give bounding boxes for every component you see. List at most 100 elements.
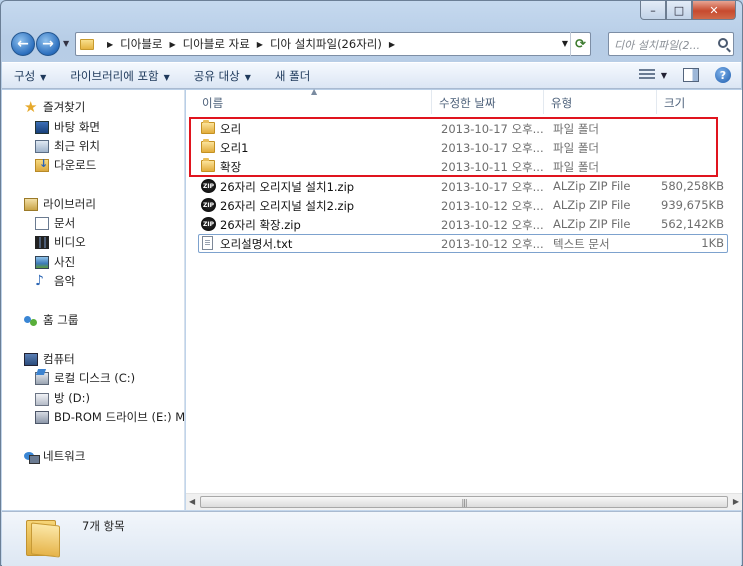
nav-label: 네트워크	[43, 449, 86, 463]
breadcrumb-diablo[interactable]: 디아블로	[120, 36, 162, 52]
chevron-down-icon[interactable]: ▼	[661, 71, 667, 80]
search-placeholder: 디아 설치파일(2...	[614, 39, 700, 52]
scroll-right-icon[interactable]: ▶	[733, 497, 739, 506]
file-name: 확장	[220, 160, 242, 174]
list-item[interactable]: 오리 2013-10-17 오후... 파일 폴더	[198, 119, 728, 138]
file-name: 오리1	[220, 141, 249, 155]
nav-item-bd-rom-e[interactable]: BD-ROM 드라이브 (E:) M!	[35, 408, 185, 426]
column-divider[interactable]	[431, 90, 432, 114]
recent-places-icon	[35, 139, 49, 153]
picture-icon	[35, 255, 49, 269]
text-file-icon	[202, 236, 213, 250]
breadcrumb-diablo-data[interactable]: 디아블로 자료	[183, 36, 250, 52]
toolbar-right-group: ▼ ?	[638, 67, 731, 83]
file-type: ALZip ZIP File	[553, 179, 631, 193]
maximize-button[interactable]: □	[666, 1, 692, 20]
column-divider[interactable]	[543, 90, 544, 114]
column-header-type[interactable]: 유형	[551, 95, 572, 111]
nav-label: 비디오	[54, 235, 86, 249]
horizontal-scrollbar[interactable]: ◀ ||| ▶	[186, 493, 742, 510]
star-icon: ★	[24, 97, 38, 116]
file-type: 파일 폴더	[553, 160, 599, 174]
nav-item-videos[interactable]: 비디오	[35, 233, 86, 251]
column-header-name[interactable]: 이름	[202, 95, 223, 111]
preview-pane-icon[interactable]	[683, 68, 699, 82]
new-folder-button[interactable]: 새 폴더	[263, 68, 322, 84]
back-button[interactable]: ←	[11, 32, 35, 56]
nav-item-local-disk-c[interactable]: 로컬 디스크 (C:)	[35, 369, 135, 387]
zip-icon: ZIP	[201, 179, 216, 193]
sort-ascending-icon: ▲	[311, 87, 318, 96]
scroll-left-icon[interactable]: ◀	[189, 497, 195, 506]
nav-network[interactable]: 네트워크	[24, 447, 85, 465]
list-item[interactable]: ZIP 26자리 오리지널 설치1.zip 2013-10-17 오후... A…	[198, 177, 728, 196]
address-bar[interactable]: ▶ 디아블로 ▶ 디아블로 자료 ▶ 디아 설치파일(26자리) ▶ ▼ ⟳	[75, 32, 591, 56]
nav-computer[interactable]: 컴퓨터	[24, 350, 75, 368]
nav-label: BD-ROM 드라이브 (E:) M!	[54, 410, 185, 424]
bd-rom-drive-icon	[35, 410, 49, 424]
nav-favorites[interactable]: ★ 즐겨찾기	[24, 98, 85, 116]
recent-pages-dropdown[interactable]: ▼	[63, 39, 69, 48]
nav-libraries[interactable]: 라이브러리	[24, 195, 96, 213]
address-history-dropdown[interactable]: ▼	[562, 39, 568, 48]
list-item[interactable]: 오리설명서.txt 2013-10-12 오후... 텍스트 문서 1KB	[198, 234, 728, 253]
new-folder-label: 새 폴더	[274, 68, 311, 83]
downloads-icon	[35, 157, 49, 172]
forward-button[interactable]: →	[36, 32, 60, 56]
list-item[interactable]: ZIP 26자리 오리지널 설치2.zip 2013-10-12 오후... A…	[198, 196, 728, 215]
file-modified: 2013-10-17 오후...	[441, 122, 544, 136]
file-name: 26자리 오리지널 설치1.zip	[220, 180, 355, 194]
nav-item-drive-d[interactable]: 방 (D:)	[35, 389, 90, 407]
minimize-button[interactable]: –	[640, 1, 666, 20]
file-modified: 2013-10-12 오후...	[441, 218, 544, 232]
nav-item-documents[interactable]: 문서	[35, 214, 75, 232]
breadcrumb-install-files[interactable]: 디아 설치파일(26자리)	[270, 36, 382, 52]
file-name: 26자리 오리지널 설치2.zip	[220, 199, 355, 213]
include-in-library-button[interactable]: 라이브러리에 포함 ▼	[58, 68, 181, 84]
chevron-right-icon[interactable]: ▶	[257, 40, 263, 49]
file-name: 26자리 확장.zip	[220, 218, 301, 232]
nav-item-desktop[interactable]: 바탕 화면	[35, 118, 100, 136]
list-item[interactable]: 오리1 2013-10-17 오후... 파일 폴더	[198, 138, 728, 157]
close-button[interactable]: ✕	[692, 1, 736, 20]
column-headers: ▲ 이름 수정한 날짜 유형 크기	[186, 87, 742, 114]
chevron-right-icon[interactable]: ▶	[107, 40, 113, 49]
local-disk-icon	[35, 371, 49, 385]
chevron-down-icon: ▼	[244, 72, 251, 82]
organize-label: 구성	[14, 68, 36, 83]
nav-label: 문서	[54, 216, 76, 230]
refresh-icon[interactable]: ⟳	[570, 32, 590, 56]
nav-item-downloads[interactable]: 다운로드	[35, 156, 96, 174]
file-modified: 2013-10-12 오후...	[441, 237, 544, 251]
nav-label: 사진	[54, 255, 76, 269]
list-item[interactable]: ZIP 26자리 확장.zip 2013-10-12 오후... ALZip Z…	[198, 215, 728, 234]
column-divider[interactable]	[656, 90, 657, 114]
search-input[interactable]: 디아 설치파일(2...	[608, 32, 734, 56]
nav-item-music[interactable]: ♪ 음악	[35, 272, 75, 290]
folder-icon	[201, 139, 215, 153]
nav-label: 라이브러리	[43, 197, 96, 211]
help-icon[interactable]: ?	[715, 67, 731, 83]
music-icon: ♪	[35, 272, 44, 289]
network-icon	[24, 450, 40, 464]
nav-item-recent[interactable]: 최근 위치	[35, 137, 100, 155]
column-header-modified[interactable]: 수정한 날짜	[439, 95, 496, 111]
scrollbar-thumb[interactable]: |||	[200, 496, 728, 508]
file-modified: 2013-10-17 오후...	[441, 180, 544, 194]
organize-button[interactable]: 구성 ▼	[2, 68, 58, 84]
library-icon	[24, 197, 38, 211]
nav-homegroup[interactable]: 홈 그룹	[24, 311, 78, 329]
file-type: ALZip ZIP File	[553, 198, 631, 212]
nav-item-pictures[interactable]: 사진	[35, 253, 75, 271]
explorer-window: – □ ✕ ← → ▼ ▶ 디아블로 ▶ 디아블로 자료 ▶ 디아 설치파일(2…	[0, 0, 743, 566]
list-item[interactable]: 확장 2013-10-11 오후... 파일 폴더	[198, 157, 728, 176]
file-modified: 2013-10-17 오후...	[441, 141, 544, 155]
share-with-button[interactable]: 공유 대상 ▼	[182, 68, 263, 84]
navigation-pane: ★ 즐겨찾기 바탕 화면 최근 위치 다운로드 라이브러리 문서 비디오	[2, 90, 185, 510]
column-header-size[interactable]: 크기	[664, 95, 685, 111]
search-icon[interactable]	[718, 38, 728, 48]
homegroup-icon	[24, 314, 38, 327]
chevron-right-icon[interactable]: ▶	[169, 40, 175, 49]
views-icon[interactable]	[638, 69, 655, 81]
chevron-right-icon[interactable]: ▶	[389, 40, 395, 49]
